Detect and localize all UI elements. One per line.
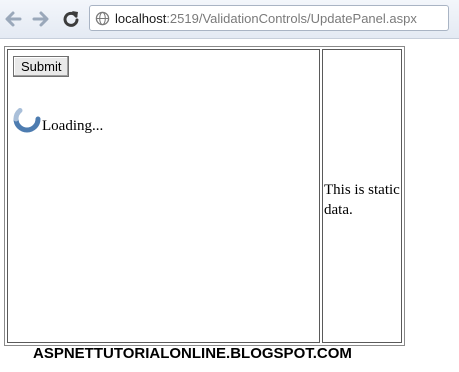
url-path: :2519/ValidationControls/UpdatePanel.asp… [166, 10, 417, 26]
reload-button[interactable] [61, 9, 81, 29]
layout-table: Submit Loading... This is static data. [4, 46, 405, 346]
address-bar[interactable]: localhost:2519/ValidationControls/Update… [89, 5, 449, 31]
globe-icon [95, 11, 110, 25]
static-data-text: This is static data. [324, 182, 400, 218]
browser-toolbar: localhost:2519/ValidationControls/Update… [0, 0, 459, 39]
back-arrow-icon [5, 11, 22, 27]
loading-text: Loading... [42, 118, 104, 134]
forward-button[interactable] [31, 9, 51, 29]
url-host: localhost [115, 10, 167, 26]
update-panel-cell: Submit Loading... [7, 49, 320, 343]
reload-icon [63, 11, 79, 27]
submit-button[interactable]: Submit [13, 56, 70, 77]
forward-arrow-icon [32, 11, 49, 27]
site-watermark: ASPNETTUTORIALONLINE.BLOGSPOT.COM [33, 345, 352, 362]
loading-spinner-icon [13, 108, 41, 133]
static-data-cell: This is static data. [322, 49, 402, 343]
back-button[interactable] [3, 9, 23, 29]
url-text: localhost:2519/ValidationControls/Update… [115, 11, 417, 26]
